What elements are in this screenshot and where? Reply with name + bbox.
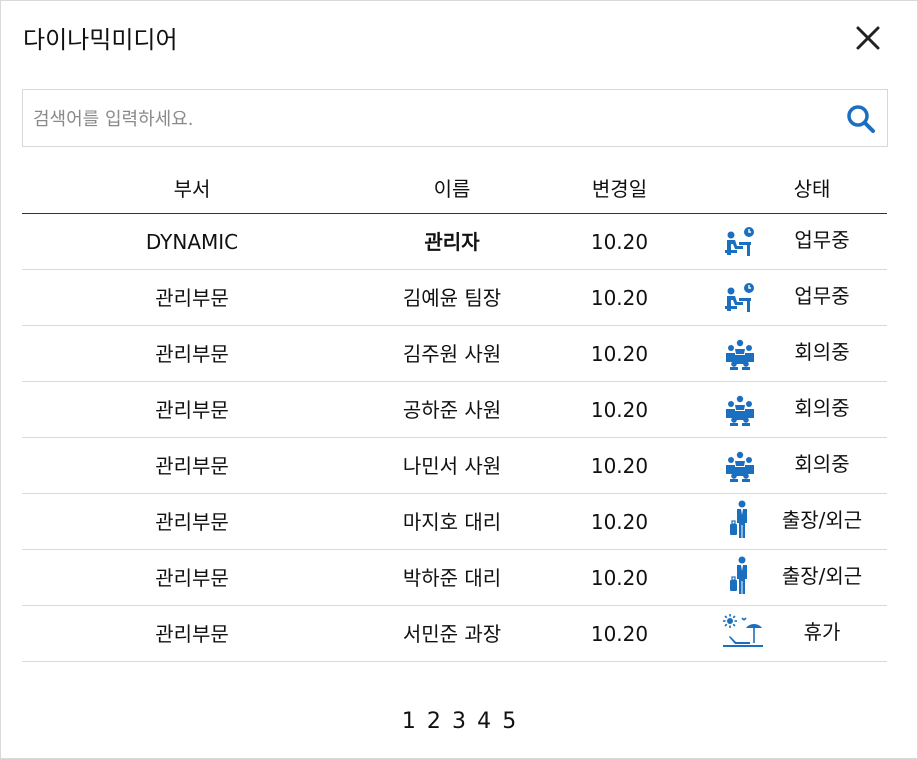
search-button[interactable] bbox=[845, 103, 877, 135]
date-cell: 10.20 bbox=[590, 286, 649, 310]
header-date: 변경일 bbox=[591, 177, 648, 201]
pagination: 1 2 3 4 5 bbox=[1, 709, 917, 734]
status-text: 업무중 bbox=[794, 228, 850, 252]
name-cell: 서민준 과장 bbox=[402, 622, 502, 646]
date-cell: 10.20 bbox=[590, 566, 649, 590]
name-cell: 김주원 사원 bbox=[402, 342, 502, 366]
desk-worker-icon bbox=[722, 282, 758, 314]
department-cell: 관리부문 bbox=[155, 622, 229, 646]
status-text: 출장/외근 bbox=[781, 564, 863, 588]
table-row: 관리부문 서민준 과장 10.20 휴가 bbox=[22, 606, 887, 662]
desk-worker-icon bbox=[722, 226, 758, 258]
search-icon bbox=[847, 105, 875, 133]
status-text: 휴가 bbox=[803, 620, 841, 644]
date-cell: 10.20 bbox=[590, 230, 649, 254]
status-text: 회의중 bbox=[794, 340, 850, 364]
department-cell: 관리부문 bbox=[155, 566, 229, 590]
date-cell: 10.20 bbox=[590, 398, 649, 422]
meeting-icon bbox=[722, 338, 758, 370]
table-row: 관리부문 김주원 사원 10.20 회의중 bbox=[22, 326, 887, 382]
status-text: 출장/외근 bbox=[781, 508, 863, 532]
page-5[interactable]: 5 bbox=[502, 709, 516, 734]
name-cell: 박하준 대리 bbox=[402, 566, 502, 590]
table-row: 관리부문 나민서 사원 10.20 회의중 bbox=[22, 438, 887, 494]
vacation-icon bbox=[722, 614, 763, 647]
department-cell: 관리부문 bbox=[155, 286, 229, 310]
status-text: 회의중 bbox=[794, 452, 850, 476]
date-cell: 10.20 bbox=[590, 342, 649, 366]
status-table: 부서 이름 변경일 상태 DYNAMIC 관리자 10.20 업무중 관리부문 김예윤 팀… bbox=[22, 159, 887, 662]
name-cell: 나민서 사원 bbox=[402, 454, 502, 478]
table-header: 부서 이름 변경일 상태 bbox=[22, 159, 887, 214]
table-row: 관리부문 공하준 사원 10.20 회의중 bbox=[22, 382, 887, 438]
close-button[interactable] bbox=[853, 23, 883, 53]
meeting-icon bbox=[722, 450, 758, 482]
table-row: 관리부문 마지호 대리 10.20 출장/외근 bbox=[22, 494, 887, 550]
employee-status-dialog: 다이나믹미디어 부서 이름 변경일 상태 DYNAMIC관리자10.20업무중관… bbox=[0, 0, 918, 759]
date-cell: 10.20 bbox=[590, 622, 649, 646]
department-cell: 관리부문 bbox=[155, 398, 229, 422]
close-icon bbox=[856, 26, 880, 50]
department-cell: 관리부문 bbox=[155, 342, 229, 366]
department-cell: 관리부문 bbox=[155, 454, 229, 478]
meeting-icon bbox=[722, 394, 758, 426]
business-trip-icon bbox=[722, 500, 758, 538]
search-input[interactable] bbox=[31, 100, 835, 138]
page-3[interactable]: 3 bbox=[452, 709, 466, 734]
table-row: DYNAMIC 관리자 10.20 업무중 bbox=[22, 214, 887, 270]
business-trip-icon bbox=[722, 556, 758, 594]
table-row: 관리부문 김예윤 팀장 10.20 업무중 bbox=[22, 270, 887, 326]
page-4[interactable]: 4 bbox=[477, 709, 491, 734]
name-cell: 마지호 대리 bbox=[402, 510, 502, 534]
date-cell: 10.20 bbox=[590, 454, 649, 478]
name-cell: 김예윤 팀장 bbox=[402, 286, 502, 310]
search-box bbox=[22, 89, 888, 147]
page-2[interactable]: 2 bbox=[427, 709, 441, 734]
status-text: 업무중 bbox=[794, 284, 850, 308]
header-status: 상태 bbox=[793, 177, 831, 201]
department-cell: DYNAMIC bbox=[145, 230, 239, 254]
table-body: DYNAMIC 관리자 10.20 업무중 관리부문 김예윤 팀장 10.20 업무중 관리부문… bbox=[22, 214, 887, 662]
status-text: 회의중 bbox=[794, 396, 850, 420]
date-cell: 10.20 bbox=[590, 510, 649, 534]
dialog-title: 다이나믹미디어 bbox=[23, 26, 178, 54]
header-department: 부서 bbox=[173, 177, 211, 201]
table-row: 관리부문 박하준 대리 10.20 출장/외근 bbox=[22, 550, 887, 606]
page-1[interactable]: 1 bbox=[402, 709, 416, 734]
name-cell: 공하준 사원 bbox=[402, 398, 502, 422]
name-cell: 관리자 bbox=[424, 230, 480, 254]
header-name: 이름 bbox=[433, 177, 471, 201]
department-cell: 관리부문 bbox=[155, 510, 229, 534]
